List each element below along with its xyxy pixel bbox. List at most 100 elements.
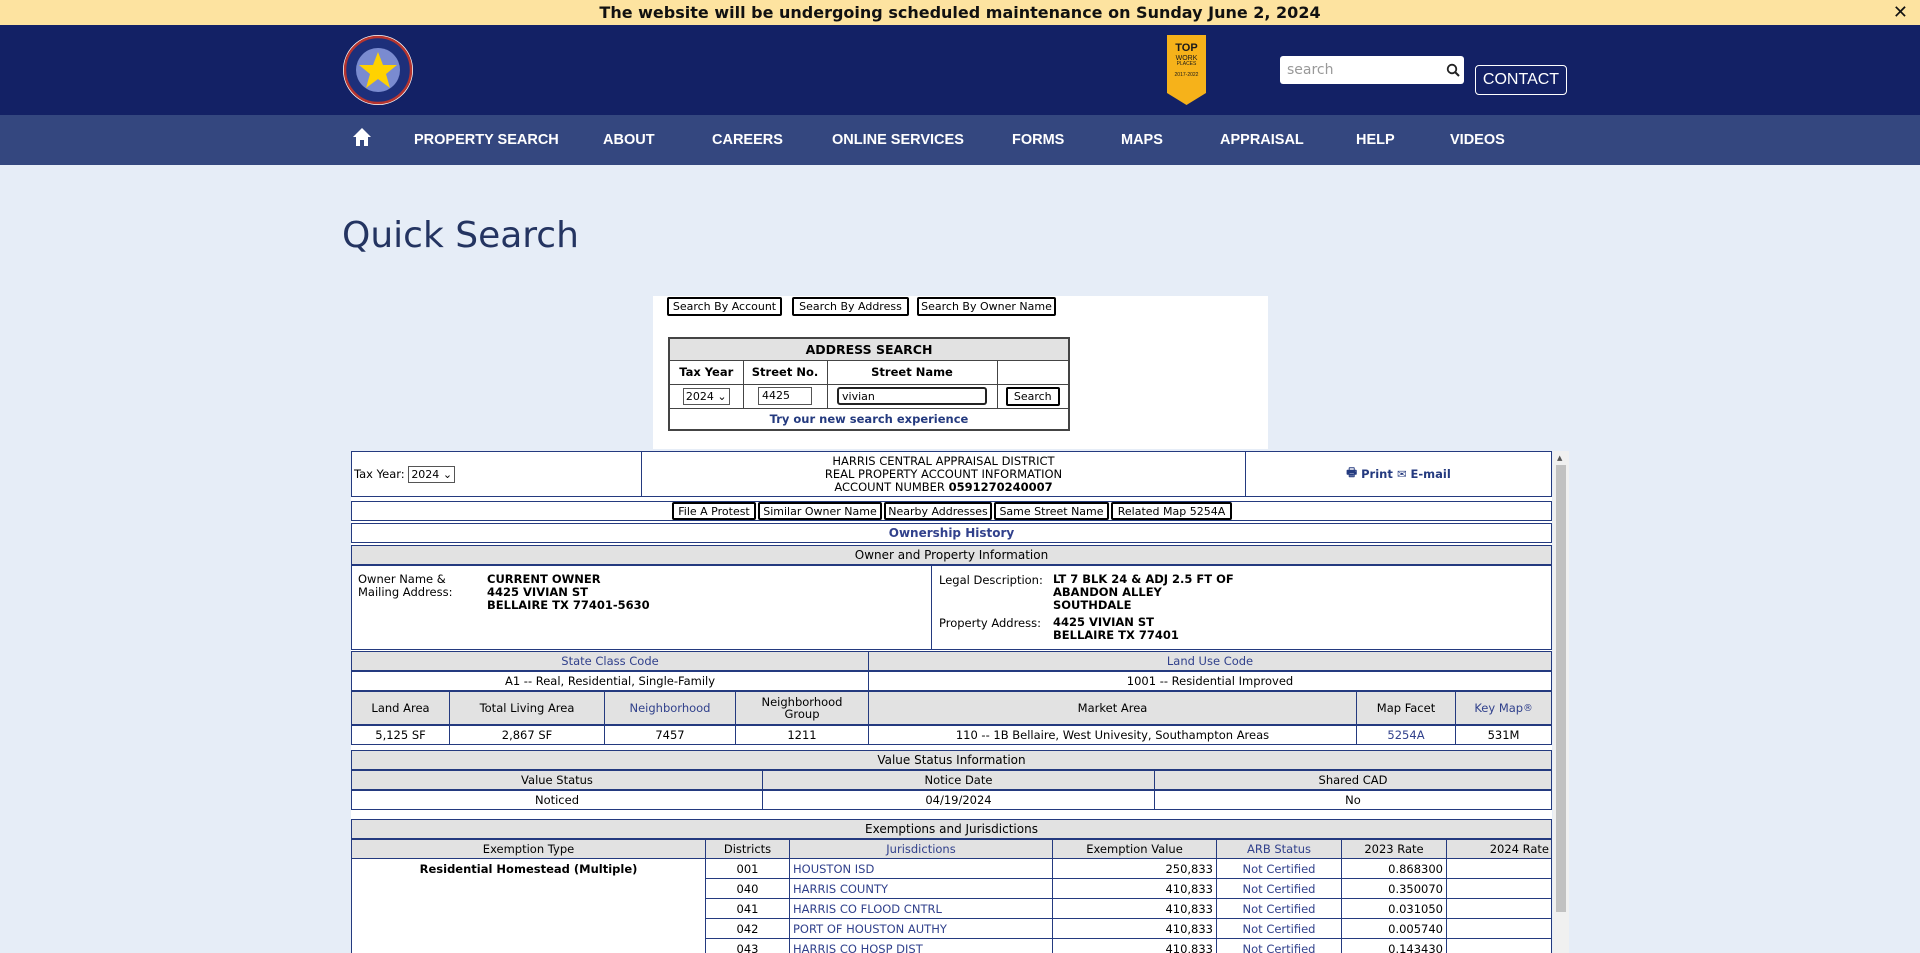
search-by-account-button[interactable]: Search By Account: [667, 297, 782, 316]
account-tax-year-select[interactable]: 2024 ⌄: [408, 465, 456, 483]
search-button[interactable]: Search: [1005, 386, 1060, 406]
rate-2023-cell: 0.350070: [1342, 879, 1447, 898]
arb-status-cell[interactable]: Not Certified: [1217, 879, 1342, 898]
land-area-value: 5,125 SF: [352, 726, 450, 744]
arb-status-col[interactable]: ARB Status: [1217, 840, 1342, 858]
account-title-block: HARRIS CENTRAL APPRAISAL DISTRICT REAL P…: [642, 452, 1246, 496]
jurisdiction-cell[interactable]: HARRIS CO HOSP DIST: [790, 939, 1053, 953]
nav-about[interactable]: ABOUT: [603, 115, 655, 165]
jurisdiction-cell[interactable]: HARRIS COUNTY: [790, 879, 1053, 898]
similar-owner-button[interactable]: Similar Owner Name: [758, 502, 882, 520]
same-street-button[interactable]: Same Street Name: [994, 502, 1109, 520]
address-search-table: ADDRESS SEARCH Tax Year Street No. Stree…: [668, 337, 1070, 431]
owner-details: CURRENT OWNER 4425 VIVIAN ST BELLAIRE TX 7…: [487, 573, 650, 612]
state-class-code-label[interactable]: State Class Code: [352, 652, 869, 670]
rate-2024-cell: [1447, 899, 1551, 918]
land-use-code-label[interactable]: Land Use Code: [869, 652, 1551, 670]
search-button-cell: Search: [996, 383, 1070, 409]
search-by-owner-button[interactable]: Search By Owner Name: [917, 297, 1056, 316]
email-link[interactable]: E-mail: [1411, 467, 1451, 481]
page-title: Quick Search: [342, 215, 579, 256]
area-header: Land Area Total Living Area Neighborhood…: [351, 691, 1552, 725]
award-top: TOP: [1175, 42, 1198, 54]
tax-year-cell: 2024 ⌄: [668, 383, 744, 409]
owner-label: Owner Name & Mailing Address:: [358, 573, 452, 599]
close-icon[interactable]: ✕: [1893, 0, 1908, 25]
home-icon[interactable]: [352, 127, 372, 147]
nav-help[interactable]: HELP: [1356, 115, 1395, 165]
site-search-input[interactable]: search: [1280, 56, 1464, 84]
col-street-no: Street No.: [742, 359, 828, 385]
related-map-button[interactable]: Related Map 5254A: [1111, 502, 1232, 520]
tax-year-value: 2024: [685, 389, 714, 403]
print-icon[interactable]: 🖶: [1346, 465, 1357, 484]
class-codes-header: State Class Code Land Use Code: [351, 651, 1552, 671]
ownership-history-link[interactable]: Ownership History: [889, 526, 1014, 540]
exemption-value-cell: 250,833: [1053, 859, 1217, 878]
living-area-value: 2,867 SF: [450, 726, 605, 744]
district-seal-logo[interactable]: [342, 34, 414, 106]
rate-2023-cell: 0.031050: [1342, 899, 1447, 918]
map-facet-link[interactable]: 5254A: [1357, 726, 1456, 744]
nav-property-search[interactable]: PROPERTY SEARCH: [414, 115, 559, 165]
nav-appraisal[interactable]: APPRAISAL: [1220, 115, 1304, 165]
nav-online-services[interactable]: ONLINE SERVICES: [832, 115, 964, 165]
exemption-row: 001 HOUSTON ISD 250,833 Not Certified 0.8683…: [705, 859, 1552, 879]
search-icon[interactable]: [1446, 63, 1460, 77]
notice-date-col: Notice Date: [763, 771, 1155, 789]
property-address-line2: BELLAIRE TX 77401: [1053, 628, 1179, 642]
street-no-input[interactable]: 4425: [758, 387, 812, 405]
email-icon[interactable]: ✉: [1397, 467, 1407, 481]
key-map-label: Key Map: [1474, 701, 1524, 715]
exemption-value-cell: 410,833: [1053, 939, 1217, 953]
exemption-value-col: Exemption Value: [1053, 840, 1217, 858]
jurisdiction-cell[interactable]: PORT OF HOUSTON AUTHY: [790, 919, 1053, 938]
exemption-row: 042 PORT OF HOUSTON AUTHY 410,833 Not Certi…: [705, 919, 1552, 939]
nearby-addresses-button[interactable]: Nearby Addresses: [884, 502, 992, 520]
street-name-input[interactable]: vivian: [837, 387, 987, 405]
print-link[interactable]: Print: [1361, 467, 1393, 481]
neighborhood-header[interactable]: Neighborhood: [605, 692, 736, 724]
nav-videos[interactable]: VIDEOS: [1450, 115, 1505, 165]
arb-status-cell[interactable]: Not Certified: [1217, 859, 1342, 878]
search-by-address-button[interactable]: Search By Address: [792, 297, 909, 316]
exemption-type-value: Residential Homestead (Multiple): [351, 859, 706, 953]
jurisdiction-cell[interactable]: HOUSTON ISD: [790, 859, 1053, 878]
legal-label: Legal Description:: [939, 573, 1043, 587]
jurisdictions-col[interactable]: Jurisdictions: [790, 840, 1053, 858]
chevron-down-icon: ⌄: [442, 467, 453, 481]
value-status-col: Value Status: [352, 771, 763, 789]
exemptions-header: Exemption Type Districts Jurisdictions E…: [351, 839, 1552, 859]
quick-search-panel: Search By Account Search By Address Sear…: [653, 296, 1268, 449]
value-status-value: Noticed: [352, 791, 763, 809]
owner-label-line2: Mailing Address:: [358, 585, 453, 599]
shared-cad-col: Shared CAD: [1318, 773, 1388, 787]
scrollbar-thumb[interactable]: [1556, 465, 1566, 912]
award-places: PLACES: [1176, 60, 1197, 67]
new-search-link[interactable]: Try our new search experience: [668, 407, 1070, 431]
key-map-value: 531M: [1487, 728, 1520, 742]
jurisdiction-cell[interactable]: HARRIS CO FLOOD CNTRL: [790, 899, 1053, 918]
arb-status-cell[interactable]: Not Certified: [1217, 899, 1342, 918]
scroll-up-icon[interactable]: ▲: [1557, 454, 1562, 462]
owner-section-header: Owner and Property Information: [351, 545, 1552, 565]
neighborhood-value: 7457: [605, 726, 736, 744]
nav-forms[interactable]: FORMS: [1012, 115, 1064, 165]
key-map-header[interactable]: Key Map ®: [1456, 692, 1551, 724]
nav-careers[interactable]: CAREERS: [712, 115, 783, 165]
scrollbar[interactable]: ▲: [1553, 451, 1569, 953]
arb-status-cell[interactable]: Not Certified: [1217, 939, 1342, 953]
exemption-row: 043 HARRIS CO HOSP DIST 410,833 Not Certifi…: [705, 939, 1552, 953]
contact-button[interactable]: CONTACT: [1475, 65, 1567, 95]
arb-status-cell[interactable]: Not Certified: [1217, 919, 1342, 938]
rate-2023-cell: 0.005740: [1342, 919, 1447, 938]
file-protest-button[interactable]: File A Protest: [672, 502, 756, 520]
tax-year-select[interactable]: 2024 ⌄: [682, 387, 730, 405]
rate-2024-col: 2024 Rate: [1489, 842, 1549, 856]
address-search-heading: ADDRESS SEARCH: [668, 337, 1070, 361]
nav-maps[interactable]: MAPS: [1121, 115, 1163, 165]
exemption-value-cell: 410,833: [1053, 919, 1217, 938]
area-values: 5,125 SF 2,867 SF 7457 1211 110 -- 1B Be…: [351, 725, 1552, 745]
exemption-row: 041 HARRIS CO FLOOD CNTRL 410,833 Not Certi…: [705, 899, 1552, 919]
districts-col: Districts: [706, 840, 790, 858]
